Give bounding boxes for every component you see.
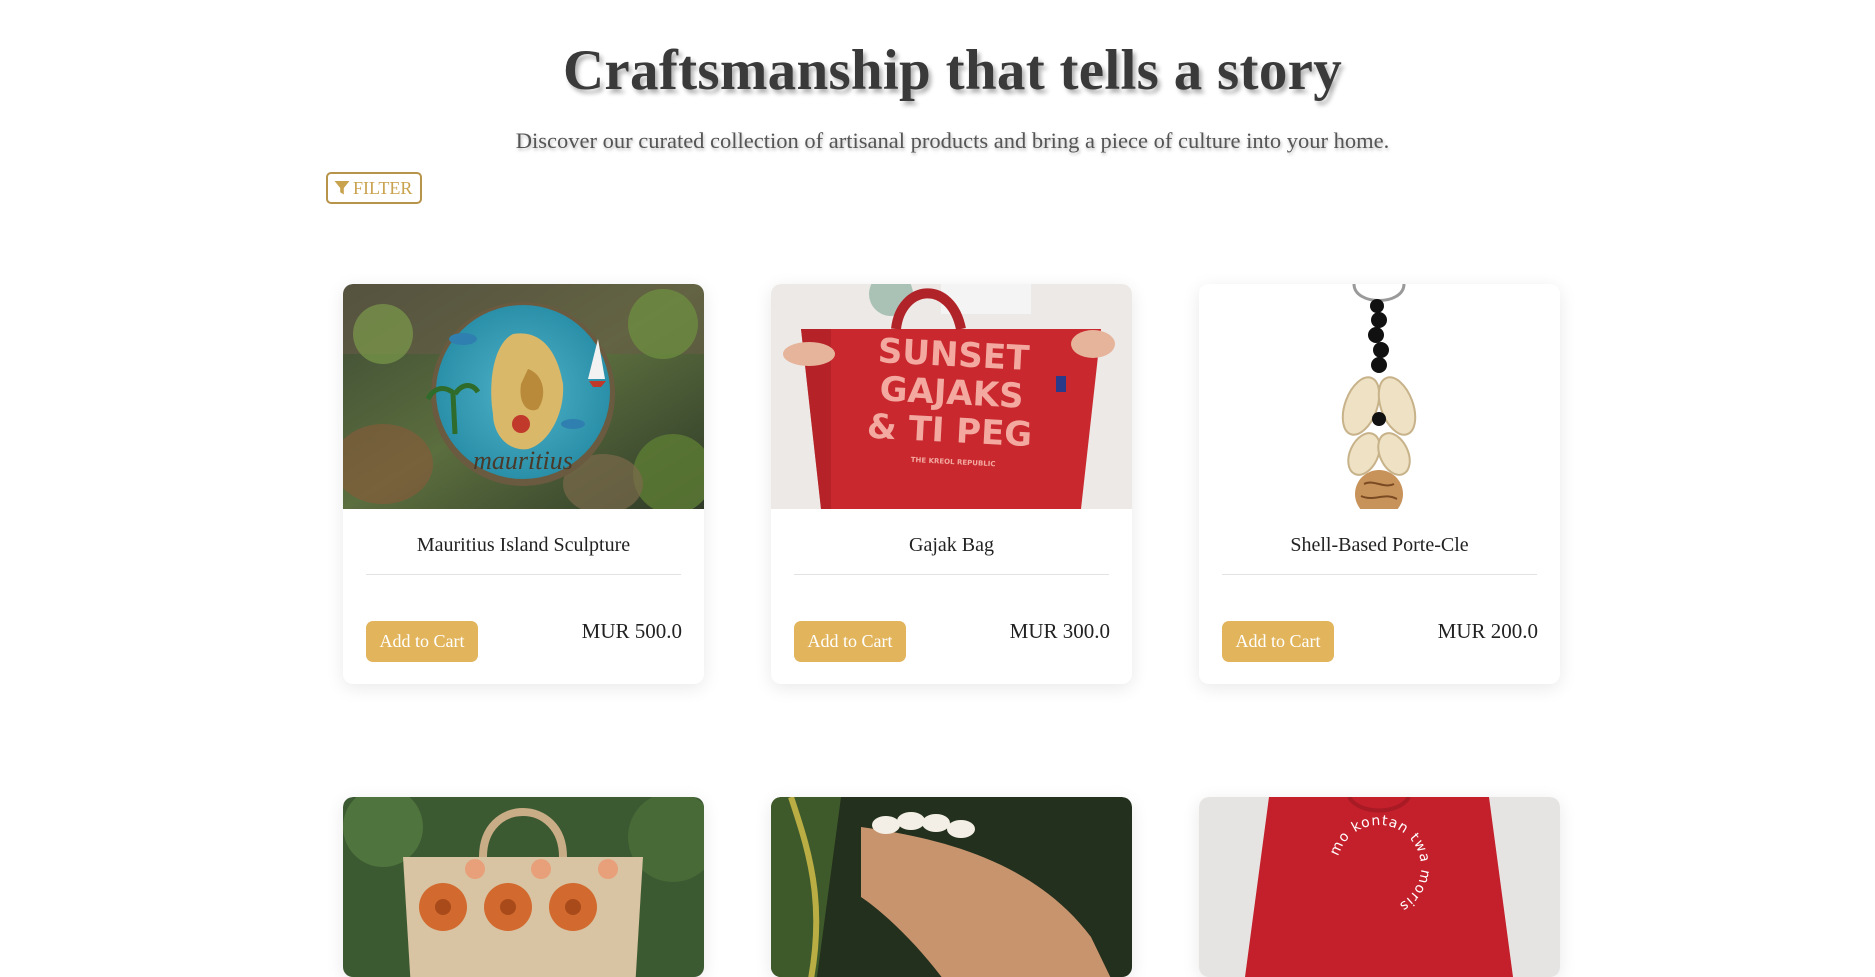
product-price: MUR 500.0 (581, 619, 682, 643)
add-to-cart-button[interactable]: Add to Cart (366, 621, 478, 662)
page-title: Craftsmanship that tells a story (562, 39, 1343, 102)
product-card: Shell-Based Porte-Cle Add to Cart MUR 20… (1199, 284, 1560, 684)
product-name: Gajak Bag (909, 534, 994, 556)
product-price: MUR 300.0 (1009, 619, 1110, 643)
product-card (771, 797, 1132, 977)
product-card (343, 797, 704, 977)
funnel-icon (334, 181, 350, 195)
product-image-woven-basket[interactable] (343, 797, 704, 977)
product-card: SUNSET GAJAKS & TI PEG THE KREOL REPUBLI… (771, 284, 1132, 684)
product-image-shell-porte-cle[interactable] (1199, 284, 1560, 509)
product-image-shell-bracelet[interactable] (771, 797, 1132, 977)
product-price: MUR 200.0 (1437, 619, 1538, 643)
page-subtitle: Discover our curated collection of artis… (515, 128, 1390, 153)
product-card: mauritius Mauritius Island Sculpture Add… (343, 284, 704, 684)
product-name: Shell-Based Porte-Cle (1290, 534, 1469, 556)
product-card: mo kontan twa moris (1199, 797, 1560, 977)
card-divider (1222, 574, 1537, 575)
product-name: Mauritius Island Sculpture (416, 534, 631, 556)
card-divider (794, 574, 1109, 575)
sculpture-inscription: mauritius (473, 446, 573, 475)
filter-button[interactable]: FILTER (326, 172, 423, 204)
add-to-cart-button[interactable]: Add to Cart (794, 621, 906, 662)
product-image-mauritius-sculpture[interactable]: mauritius (343, 284, 704, 509)
filter-label: FILTER (353, 177, 413, 198)
add-to-cart-button[interactable]: Add to Cart (1222, 621, 1334, 662)
card-divider (366, 574, 681, 575)
product-image-red-sweatshirt[interactable]: mo kontan twa moris (1199, 797, 1560, 977)
product-image-gajak-bag[interactable]: SUNSET GAJAKS & TI PEG THE KREOL REPUBLI… (771, 284, 1132, 509)
